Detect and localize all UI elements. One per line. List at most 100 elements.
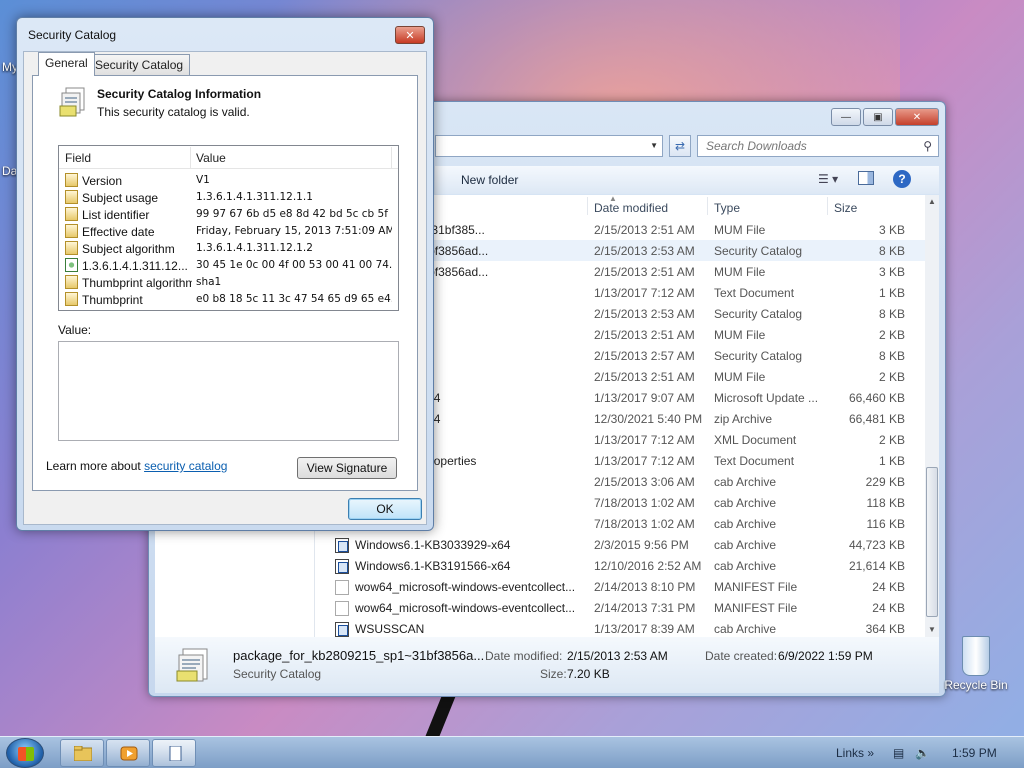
- extension-icon: [65, 258, 78, 272]
- security-catalog-link[interactable]: security catalog: [144, 459, 227, 473]
- file-size: 3 KB: [878, 265, 905, 279]
- file-date-modified: 7/18/2013 1:02 AM: [594, 517, 695, 531]
- grid-field: 1.3.6.1.4.1.311.12...: [82, 259, 188, 273]
- column-header-size[interactable]: Size: [834, 201, 857, 215]
- file-row[interactable]: wow64_microsoft-windows-eventcollect... 2…: [315, 576, 925, 597]
- file-date-modified: 2/15/2013 3:06 AM: [594, 475, 695, 489]
- column-header-type[interactable]: Type: [714, 201, 740, 215]
- grid-row[interactable]: Thumbprint algorithm sha1: [59, 274, 398, 291]
- cab-archive-icon: [335, 538, 349, 553]
- tab-panel-general: Security Catalog Information This securi…: [32, 75, 418, 491]
- file-size: 2 KB: [878, 433, 905, 447]
- property-icon: [65, 190, 78, 204]
- file-type: cab Archive: [714, 538, 777, 552]
- column-header-date[interactable]: Date modified: [594, 201, 668, 215]
- file-size: 8 KB: [878, 307, 905, 321]
- minimize-button[interactable]: —: [831, 108, 861, 126]
- file-date-modified: 2/15/2013 2:51 AM: [594, 265, 695, 279]
- details-date-created-label: Date created:: [705, 649, 778, 663]
- file-size: 44,723 KB: [848, 538, 905, 552]
- grid-row[interactable]: Thumbprint e0 b8 18 5c 11 3c 47 54 65 d9 …: [59, 291, 398, 308]
- file-type: Security Catalog: [714, 244, 803, 258]
- info-subtitle: This security catalog is valid.: [97, 105, 250, 119]
- file-size: 1 KB: [878, 286, 905, 300]
- file-date-modified: 1/13/2017 8:39 AM: [594, 622, 695, 636]
- search-placeholder: Search Downloads: [706, 139, 807, 153]
- search-input[interactable]: Search Downloads ⚲: [697, 135, 939, 157]
- tab-security-catalog[interactable]: Security Catalog: [88, 54, 191, 75]
- document-icon: [335, 601, 349, 616]
- grid-value: 30 45 1e 0c 00 4f 00 53 00 41 00 74...: [196, 259, 392, 271]
- network-icon[interactable]: ▤: [893, 746, 904, 760]
- value-textbox[interactable]: [58, 341, 399, 441]
- file-row[interactable]: Windows6.1-KB3033929-x64 2/3/2015 9:56 PM…: [315, 534, 925, 555]
- refresh-icon: ⇄: [674, 139, 686, 153]
- links-label: Links: [836, 746, 865, 760]
- column-separator[interactable]: [707, 197, 708, 215]
- property-icon: [65, 224, 78, 238]
- dialog-close-button[interactable]: ✕: [395, 26, 425, 44]
- taskbar-media-player-button[interactable]: [106, 739, 150, 767]
- file-date-modified: 1/13/2017 7:12 AM: [594, 454, 695, 468]
- close-icon: ✕: [405, 29, 415, 42]
- view-signature-button[interactable]: View Signature: [297, 457, 397, 479]
- change-view-icon[interactable]: ☰ ▾: [818, 172, 838, 186]
- property-icon: [65, 207, 78, 221]
- file-date-modified: 12/30/2021 5:40 PM: [594, 412, 703, 426]
- refresh-button[interactable]: ⇄: [669, 135, 691, 157]
- search-icon[interactable]: ⚲: [923, 139, 932, 153]
- property-icon: [65, 275, 78, 289]
- grid-value: 1.3.6.1.4.1.311.12.1.1: [196, 191, 313, 203]
- grid-header-separator[interactable]: [391, 147, 392, 168]
- taskbar-explorer-button[interactable]: [60, 739, 104, 767]
- recycle-bin-label: Recycle Bin: [944, 678, 1008, 692]
- scrollbar-thumb[interactable]: [926, 467, 938, 617]
- vertical-scrollbar[interactable]: ▲ ▼: [925, 195, 939, 637]
- recycle-bin[interactable]: Recycle Bin: [944, 636, 1008, 692]
- chevron-right-icon[interactable]: »: [867, 746, 874, 760]
- new-folder-button[interactable]: New folder: [461, 173, 518, 187]
- file-size: 8 KB: [878, 349, 905, 363]
- taskbar-document-button[interactable]: [152, 739, 196, 767]
- ok-button[interactable]: OK: [348, 498, 422, 520]
- grid-header-field[interactable]: Field: [65, 151, 91, 165]
- grid-header-value[interactable]: Value: [196, 151, 226, 165]
- address-bar[interactable]: ▼: [435, 135, 663, 157]
- grid-row[interactable]: Version V1: [59, 172, 398, 189]
- grid-value: Friday, February 15, 2013 7:51:09 AM: [196, 225, 392, 237]
- file-name: Windows6.1-KB3191566-x64: [355, 559, 511, 573]
- scroll-up-icon[interactable]: ▲: [928, 197, 936, 206]
- grid-row[interactable]: Effective date Friday, February 15, 2013 …: [59, 223, 398, 240]
- cab-archive-icon: [335, 622, 349, 637]
- grid-header-separator[interactable]: [190, 147, 191, 168]
- file-type: Text Document: [714, 286, 795, 300]
- file-type: MUM File: [714, 265, 766, 279]
- grid-row[interactable]: List identifier 99 97 67 6b d5 e8 8d 42 b…: [59, 206, 398, 223]
- maximize-button[interactable]: ▣: [863, 108, 893, 126]
- preview-pane-icon[interactable]: [858, 171, 874, 185]
- help-icon[interactable]: ?: [893, 170, 911, 188]
- file-size: 21,614 KB: [848, 559, 905, 573]
- column-separator[interactable]: [587, 197, 588, 215]
- links-toolbar[interactable]: Links »: [836, 746, 874, 760]
- grid-row[interactable]: Subject usage 1.3.6.1.4.1.311.12.1.1: [59, 189, 398, 206]
- property-icon: [65, 173, 78, 187]
- scroll-down-icon[interactable]: ▼: [928, 625, 936, 634]
- folder-icon: [74, 746, 92, 761]
- file-row[interactable]: wow64_microsoft-windows-eventcollect... 2…: [315, 597, 925, 618]
- start-button[interactable]: [6, 738, 44, 768]
- details-filetype: Security Catalog: [233, 667, 322, 681]
- grid-row[interactable]: 1.3.6.1.4.1.311.12... 30 45 1e 0c 00 4f 0…: [59, 257, 398, 274]
- column-separator[interactable]: [827, 197, 828, 215]
- chevron-down-icon[interactable]: ▼: [650, 141, 658, 150]
- tab-general[interactable]: General: [38, 52, 95, 76]
- volume-icon[interactable]: 🔈: [915, 746, 930, 760]
- security-catalog-dialog[interactable]: Security Catalog ✕ General Security Cata…: [16, 17, 434, 531]
- file-row[interactable]: WSUSSCAN 1/13/2017 8:39 AM cab Archive 364 …: [315, 618, 925, 639]
- file-type: cab Archive: [714, 475, 777, 489]
- grid-row[interactable]: Subject algorithm 1.3.6.1.4.1.311.12.1.2: [59, 240, 398, 257]
- file-size: 8 KB: [878, 244, 905, 258]
- file-row[interactable]: Windows6.1-KB3191566-x64 12/10/2016 2:52 …: [315, 555, 925, 576]
- system-clock[interactable]: 1:59 PM: [952, 746, 997, 760]
- close-button[interactable]: ✕: [895, 108, 939, 126]
